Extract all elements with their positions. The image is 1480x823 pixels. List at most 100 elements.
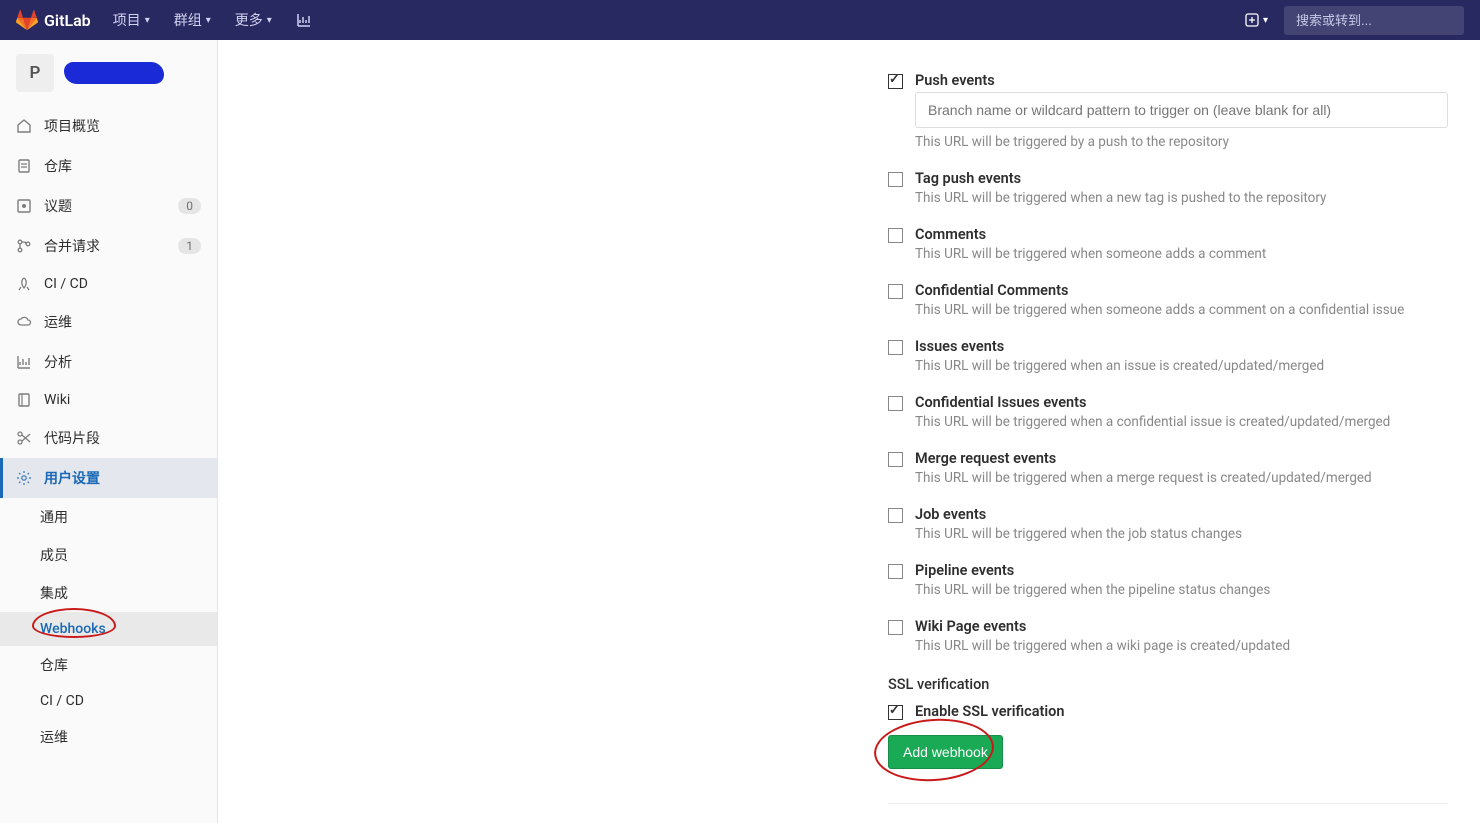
trigger-desc: This URL will be triggered when someone … bbox=[915, 246, 1448, 262]
main-content: Trigger Push eventsThis URL will be trig… bbox=[218, 40, 1480, 823]
ssl-section-label: SSL verification bbox=[888, 676, 1448, 693]
sidebar-item-7[interactable]: Wiki bbox=[0, 382, 217, 418]
scissors-icon bbox=[16, 430, 32, 446]
trigger-merge-checkbox[interactable] bbox=[888, 452, 903, 467]
trigger-title: Merge request events bbox=[915, 450, 1448, 467]
trigger-title: Confidential Issues events bbox=[915, 394, 1448, 411]
brand-text: GitLab bbox=[44, 11, 91, 30]
trigger-merge: Merge request eventsThis URL will be tri… bbox=[888, 450, 1448, 500]
sidebar-item-2[interactable]: 议题 0 bbox=[0, 186, 217, 226]
trigger-desc: This URL will be triggered when someone … bbox=[915, 302, 1448, 318]
trigger-comments: Comments This URL will be triggered when … bbox=[888, 226, 1448, 276]
trigger-title: Comments bbox=[915, 226, 1448, 243]
sidebar-item-label: 合并请求 bbox=[44, 236, 166, 256]
sidebar-sub-item-0[interactable]: 通用 bbox=[0, 498, 217, 536]
trigger-desc: This URL will be triggered when a confid… bbox=[915, 414, 1448, 430]
chevron-down-icon: ▾ bbox=[145, 15, 150, 26]
nav-more[interactable]: 更多▾ bbox=[227, 4, 280, 36]
nav-activity[interactable] bbox=[288, 4, 320, 36]
trigger-conf_issues: Confidential Issues events This URL will … bbox=[888, 394, 1448, 444]
nav-groups[interactable]: 群组▾ bbox=[166, 4, 219, 36]
trigger-conf_comments-checkbox[interactable] bbox=[888, 284, 903, 299]
project-header[interactable]: P bbox=[0, 40, 217, 106]
sidebar-item-label: 仓库 bbox=[44, 156, 201, 176]
trigger-job-checkbox[interactable] bbox=[888, 508, 903, 523]
ssl-checkbox[interactable] bbox=[888, 705, 903, 720]
trigger-push: Push events This URL will be triggered by… bbox=[888, 72, 1448, 164]
gear-icon bbox=[16, 470, 32, 486]
sidebar-sub-item-1[interactable]: 成员 bbox=[0, 536, 217, 574]
trigger-title: Pipeline events bbox=[915, 562, 1448, 579]
gitlab-icon bbox=[16, 9, 38, 31]
trigger-pipeline-checkbox[interactable] bbox=[888, 564, 903, 579]
sidebar-sub-item-5[interactable]: CI / CD bbox=[0, 684, 217, 718]
trigger-comments-checkbox[interactable] bbox=[888, 228, 903, 243]
nav-projects[interactable]: 项目▾ bbox=[105, 4, 158, 36]
sidebar-item-4[interactable]: CI / CD bbox=[0, 266, 217, 302]
trigger-title: Issues events bbox=[915, 338, 1448, 355]
sidebar: P 项目概览仓库议题0合并请求1CI / CD运维分析Wiki代码片段用户设置 … bbox=[0, 40, 218, 823]
rocket-icon bbox=[16, 276, 32, 292]
home-icon bbox=[16, 118, 32, 134]
issue-icon bbox=[16, 198, 32, 214]
trigger-desc: This URL will be triggered when a new ta… bbox=[915, 190, 1448, 206]
project-name-redacted bbox=[64, 62, 164, 84]
chevron-down-icon: ▾ bbox=[267, 15, 272, 26]
file-icon bbox=[16, 158, 32, 174]
annotation-circle bbox=[32, 608, 116, 638]
trigger-title: Push events bbox=[915, 72, 1448, 89]
trigger-desc: This URL will be triggered when an issue… bbox=[915, 358, 1448, 374]
sidebar-item-8[interactable]: 代码片段 bbox=[0, 418, 217, 458]
add-webhook-button[interactable]: Add webhook bbox=[888, 735, 1003, 769]
logo[interactable]: GitLab bbox=[16, 9, 91, 31]
sidebar-item-label: 项目概览 bbox=[44, 116, 201, 136]
branch-pattern-input[interactable] bbox=[915, 92, 1448, 128]
trigger-tag-checkbox[interactable] bbox=[888, 172, 903, 187]
trigger-desc: This URL will be triggered when the pipe… bbox=[915, 582, 1448, 598]
new-button[interactable]: ▾ bbox=[1239, 9, 1274, 31]
sidebar-item-1[interactable]: 仓库 bbox=[0, 146, 217, 186]
sidebar-item-label: 用户设置 bbox=[44, 468, 201, 488]
trigger-tag: Tag push events This URL will be triggere… bbox=[888, 170, 1448, 220]
sidebar-item-0[interactable]: 项目概览 bbox=[0, 106, 217, 146]
plus-icon bbox=[1245, 13, 1259, 27]
nav-group: 项目▾ 群组▾ 更多▾ bbox=[105, 4, 320, 36]
sidebar-item-9[interactable]: 用户设置 bbox=[0, 458, 217, 498]
trigger-desc: This URL will be triggered when a wiki p… bbox=[915, 638, 1448, 654]
sidebar-item-label: CI / CD bbox=[44, 276, 201, 292]
sidebar-badge: 0 bbox=[178, 198, 201, 214]
chevron-down-icon: ▾ bbox=[206, 15, 211, 26]
topbar-right: ▾ bbox=[1239, 6, 1464, 35]
sidebar-badge: 1 bbox=[178, 238, 201, 254]
trigger-title: Wiki Page events bbox=[915, 618, 1448, 635]
trigger-push-checkbox[interactable] bbox=[888, 74, 903, 89]
trigger-title: Confidential Comments bbox=[915, 282, 1448, 299]
trigger-wiki: Wiki Page events This URL will be trigger… bbox=[888, 618, 1448, 668]
sidebar-item-label: Wiki bbox=[44, 392, 201, 408]
trigger-pipeline: Pipeline events This URL will be triggere… bbox=[888, 562, 1448, 612]
trigger-job: Job events This URL will be triggered whe… bbox=[888, 506, 1448, 556]
sidebar-item-6[interactable]: 分析 bbox=[0, 342, 217, 382]
trigger-title: Tag push events bbox=[915, 170, 1448, 187]
divider bbox=[888, 803, 1448, 804]
sidebar-item-label: 议题 bbox=[44, 196, 166, 216]
sidebar-sub-item-3[interactable]: Webhooks bbox=[0, 612, 217, 646]
sidebar-sub-item-4[interactable]: 仓库 bbox=[0, 646, 217, 684]
trigger-wiki-checkbox[interactable] bbox=[888, 620, 903, 635]
trigger-conf_issues-checkbox[interactable] bbox=[888, 396, 903, 411]
trigger-issues-checkbox[interactable] bbox=[888, 340, 903, 355]
chart-icon bbox=[296, 12, 312, 28]
trigger-desc: This URL will be triggered by a push to … bbox=[915, 134, 1448, 150]
sidebar-item-label: 分析 bbox=[44, 352, 201, 372]
trigger-desc: This URL will be triggered when the job … bbox=[915, 526, 1448, 542]
trigger-issues: Issues events This URL will be triggered … bbox=[888, 338, 1448, 388]
sidebar-item-3[interactable]: 合并请求 1 bbox=[0, 226, 217, 266]
trigger-conf_comments: Confidential Comments This URL will be tr… bbox=[888, 282, 1448, 332]
trigger-title: Job events bbox=[915, 506, 1448, 523]
search-input[interactable] bbox=[1284, 6, 1464, 35]
sidebar-item-5[interactable]: 运维 bbox=[0, 302, 217, 342]
ssl-label: Enable SSL verification bbox=[915, 703, 1448, 720]
sidebar-sub-item-2[interactable]: 集成 bbox=[0, 574, 217, 612]
project-avatar: P bbox=[16, 54, 54, 92]
sidebar-sub-item-6[interactable]: 运维 bbox=[0, 718, 217, 756]
